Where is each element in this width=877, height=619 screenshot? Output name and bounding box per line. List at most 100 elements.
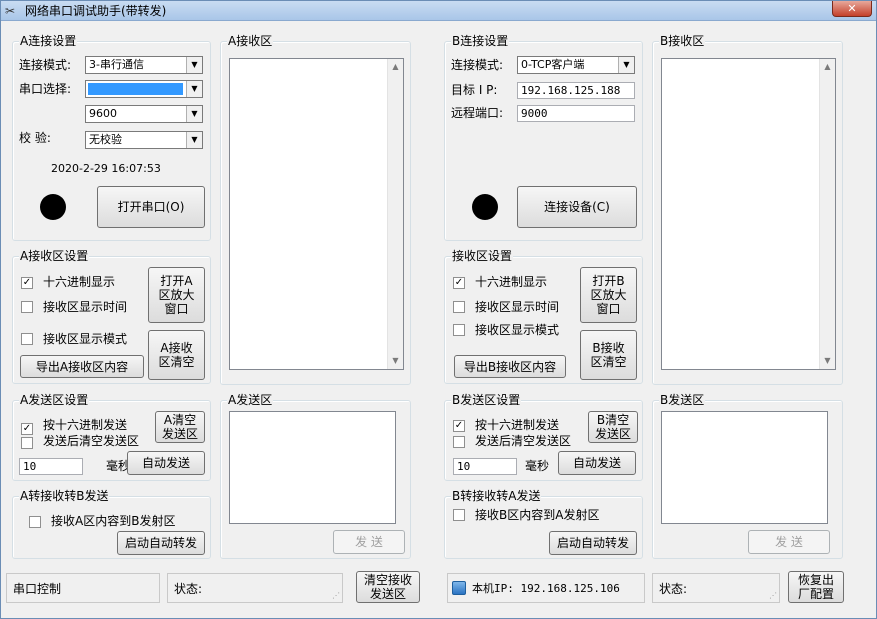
b-forward-checkbox[interactable] — [453, 509, 465, 521]
a-export-button[interactable]: 导出A接收区内容 — [20, 355, 144, 378]
b-receive-title: B接收区 — [659, 34, 706, 48]
a-hex-send-label: 按十六进制发送 — [43, 418, 128, 432]
a-show-mode-checkbox[interactable] — [21, 333, 33, 345]
a-baud-select[interactable]: 9600 ▼ — [85, 105, 203, 123]
chevron-down-icon: ▼ — [618, 57, 634, 73]
a-clear-after-checkbox[interactable] — [21, 437, 33, 449]
b-receive-settings-group: 接收区设置 ✓ 十六进制显示 接收区显示时间 接收区显示模式 打开B区放大窗口 … — [444, 249, 643, 384]
a-clear-after-label: 发送后清空发送区 — [43, 434, 140, 448]
b-mode-select[interactable]: 0-TCP客户端 ▼ — [517, 56, 635, 74]
b-connect-button[interactable]: 连接设备(C) — [517, 186, 637, 228]
b-receive-group: B接收区 ▲ ▼ — [652, 34, 843, 385]
b-interval-value: 10 — [457, 460, 471, 473]
b-receive-scrollbar[interactable]: ▲ ▼ — [819, 59, 835, 369]
a-auto-send-button[interactable]: 自动发送 — [127, 451, 205, 475]
a-port-select[interactable]: ▼ — [85, 80, 203, 98]
b-clear-after-checkbox[interactable] — [453, 436, 465, 448]
close-button[interactable]: ✕ — [832, 1, 872, 17]
a-baud-value: 9600 — [89, 107, 117, 120]
b-interval-input[interactable]: 10 — [453, 458, 517, 475]
a-forward-group: A转接收转B发送 接收A区内容到B发射区 启动自动转发 — [12, 489, 211, 559]
main-window: ✂ 网络串口调试助手(带转发) ✕ A连接设置 连接模式: 3-串行通信 ▼ 串… — [0, 0, 877, 619]
b-port-label: 远程端口: — [451, 106, 504, 120]
a-auto-forward-button[interactable]: 启动自动转发 — [117, 531, 205, 555]
chevron-down-icon: ▼ — [186, 132, 202, 148]
b-ip-value: 192.168.125.188 — [521, 84, 621, 97]
b-send-textarea[interactable] — [661, 411, 828, 524]
a-port-label: 串口选择: — [19, 82, 72, 96]
b-hex-send-checkbox[interactable]: ✓ — [453, 420, 465, 432]
b-mode-value: 0-TCP客户端 — [521, 58, 585, 71]
a-receive-textarea[interactable]: ▲ ▼ — [229, 58, 404, 370]
b-clear-receive-button[interactable]: B接收区清空 — [580, 330, 637, 380]
a-hex-display-checkbox[interactable]: ✓ — [21, 277, 33, 289]
a-show-time-checkbox[interactable] — [21, 301, 33, 313]
b-clear-send-button[interactable]: B清空发送区 — [588, 411, 638, 443]
b-ip-label: 目标 I P: — [451, 83, 498, 97]
b-clear-after-label: 发送后清空发送区 — [475, 434, 572, 448]
b-auto-forward-button[interactable]: 启动自动转发 — [549, 531, 637, 555]
b-auto-send-button[interactable]: 自动发送 — [558, 451, 636, 475]
b-hex-send-label: 按十六进制发送 — [475, 418, 560, 432]
a-open-port-button[interactable]: 打开串口(O) — [97, 186, 205, 228]
b-hex-display-label: 十六进制显示 — [475, 275, 548, 289]
a-parity-value: 无校验 — [89, 133, 122, 146]
b-connection-group: B连接设置 连接模式: 0-TCP客户端 ▼ 目标 I P: 192.168.1… — [444, 34, 643, 241]
b-receive-textarea[interactable]: ▲ ▼ — [661, 58, 836, 370]
a-receive-settings-title: A接收区设置 — [19, 249, 90, 263]
a-hex-send-checkbox[interactable]: ✓ — [21, 423, 33, 435]
scroll-down-icon[interactable]: ▼ — [820, 353, 835, 369]
a-receive-settings-group: A接收区设置 ✓ 十六进制显示 接收区显示时间 接收区显示模式 打开A区放大窗口… — [12, 249, 211, 384]
a-interval-value: 10 — [23, 460, 37, 473]
local-ip-label: 本机IP: 192.168.125.106 — [472, 582, 620, 595]
a-clear-send-button[interactable]: A清空发送区 — [155, 411, 205, 443]
scroll-up-icon[interactable]: ▲ — [388, 59, 403, 75]
b-send-button[interactable]: 发 送 — [748, 530, 830, 554]
scroll-down-icon[interactable]: ▼ — [388, 353, 403, 369]
b-status-indicator — [472, 194, 498, 220]
a-enlarge-button[interactable]: 打开A区放大窗口 — [148, 267, 205, 323]
a-mode-select[interactable]: 3-串行通信 ▼ — [85, 56, 203, 74]
a-parity-label: 校 验: — [19, 131, 51, 145]
b-export-button[interactable]: 导出B接收区内容 — [454, 355, 566, 378]
chevron-down-icon: ▼ — [186, 106, 202, 122]
b-port-input[interactable]: 9000 — [517, 105, 635, 122]
status-panel-left: 状态: ⋰ — [167, 573, 343, 603]
b-mode-label: 连接模式: — [451, 58, 504, 72]
a-status-indicator — [40, 194, 66, 220]
a-connection-title: A连接设置 — [19, 34, 78, 48]
computer-icon — [452, 581, 466, 595]
title-bar: ✂ 网络串口调试助手(带转发) ✕ — [1, 1, 876, 21]
b-send-settings-title: B发送区设置 — [451, 393, 522, 407]
clear-all-button[interactable]: 清空接收发送区 — [356, 571, 420, 603]
b-hex-display-checkbox[interactable]: ✓ — [453, 277, 465, 289]
a-forward-checkbox[interactable] — [29, 516, 41, 528]
a-forward-label: 接收A区内容到B发射区 — [51, 514, 176, 528]
a-mode-value: 3-串行通信 — [89, 58, 144, 71]
chevron-down-icon: ▼ — [186, 81, 202, 97]
a-send-textarea[interactable] — [229, 411, 396, 524]
a-clear-receive-button[interactable]: A接收区清空 — [148, 330, 205, 380]
factory-reset-button[interactable]: 恢复出厂配置 — [788, 571, 844, 603]
scroll-up-icon[interactable]: ▲ — [820, 59, 835, 75]
a-send-button[interactable]: 发 送 — [333, 530, 405, 554]
a-send-title: A发送区 — [227, 393, 274, 407]
status-right-label: 状态: — [659, 582, 688, 596]
a-parity-select[interactable]: 无校验 ▼ — [85, 131, 203, 149]
a-receive-scrollbar[interactable]: ▲ ▼ — [387, 59, 403, 369]
status-panel-ip: 本机IP: 192.168.125.106 — [447, 573, 645, 603]
b-show-time-checkbox[interactable] — [453, 301, 465, 313]
b-show-mode-label: 接收区显示模式 — [475, 323, 560, 337]
status-left-label: 状态: — [174, 582, 203, 596]
b-enlarge-button[interactable]: 打开B区放大窗口 — [580, 267, 637, 323]
b-forward-label: 接收B区内容到A发射区 — [475, 508, 600, 522]
b-show-time-label: 接收区显示时间 — [475, 300, 560, 314]
a-receive-title: A接收区 — [227, 34, 274, 48]
b-ip-input[interactable]: 192.168.125.188 — [517, 82, 635, 99]
a-connection-group: A连接设置 连接模式: 3-串行通信 ▼ 串口选择: ▼ 9600 ▼ 校 验:… — [12, 34, 211, 241]
a-interval-input[interactable]: 10 — [19, 458, 83, 475]
a-show-time-label: 接收区显示时间 — [43, 300, 128, 314]
a-receive-group: A接收区 ▲ ▼ — [220, 34, 411, 385]
app-icon: ✂ — [5, 4, 16, 18]
b-show-mode-checkbox[interactable] — [453, 324, 465, 336]
